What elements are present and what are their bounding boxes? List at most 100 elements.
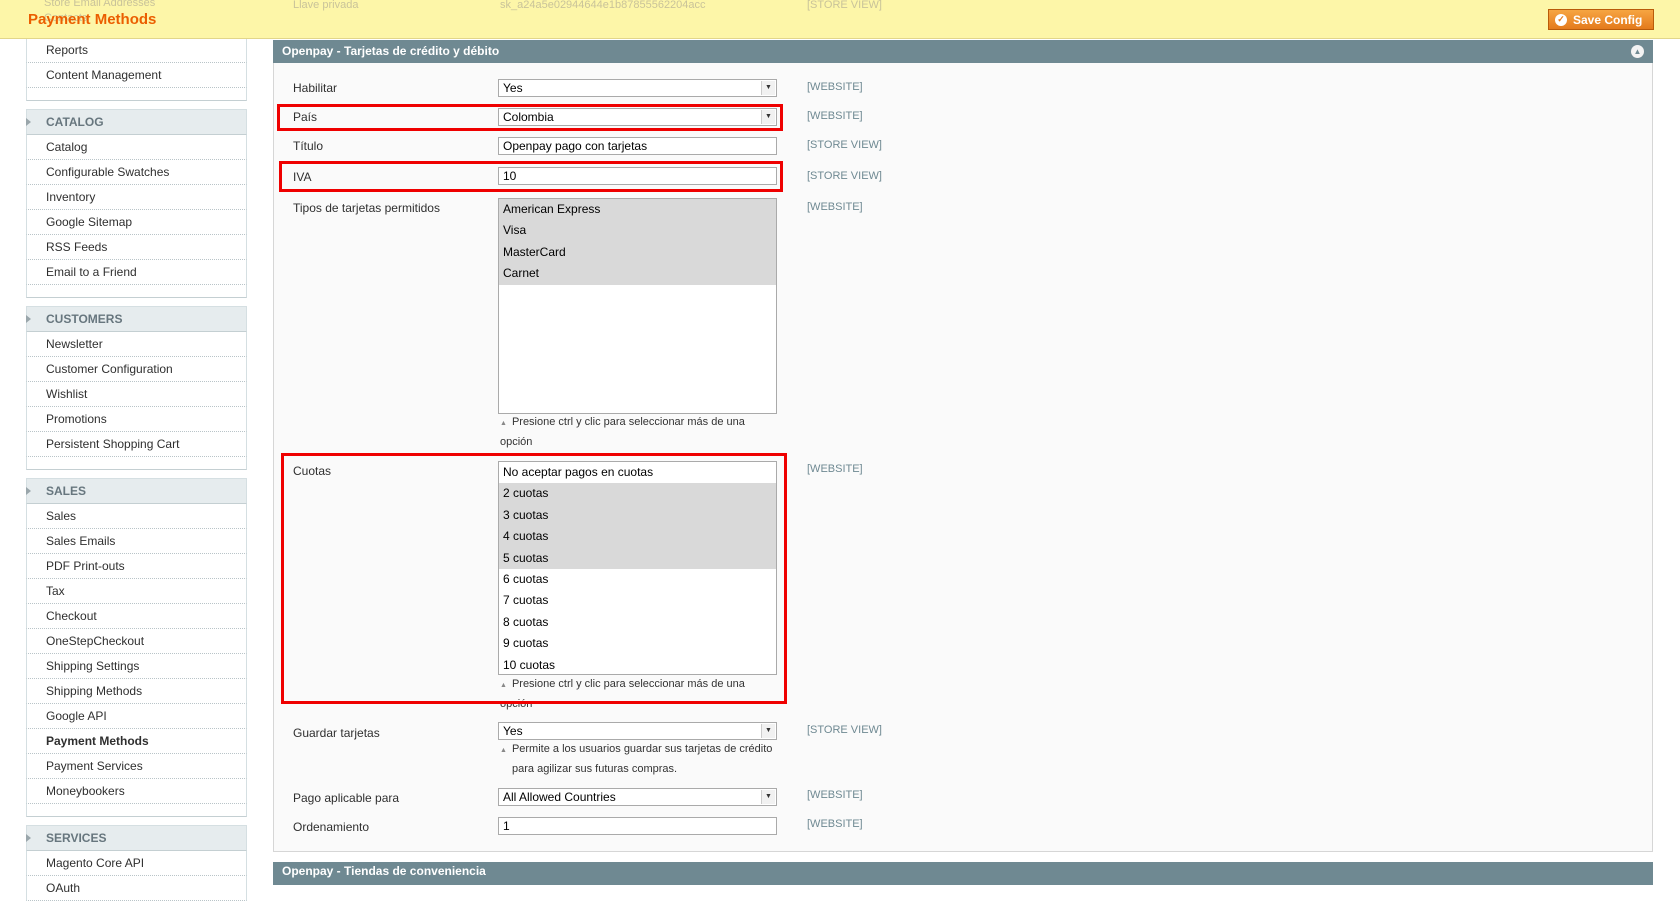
- expand-triangle-icon: [26, 487, 31, 495]
- sidebar-item-persistent-shopping-cart[interactable]: Persistent Shopping Cart: [26, 432, 247, 457]
- ghost-field-label: Llave privada: [293, 0, 359, 11]
- save-config-button[interactable]: ✓ Save Config: [1548, 9, 1654, 30]
- dropdown-arrow-icon: ▼: [761, 724, 775, 738]
- save-config-label: Save Config: [1573, 12, 1643, 27]
- dropdown-arrow-icon: ▼: [761, 790, 775, 804]
- sidebar-item-sales-emails[interactable]: Sales Emails: [26, 529, 247, 554]
- sidebar-item-shipping-methods[interactable]: Shipping Methods: [26, 679, 247, 704]
- ordenamiento-scope: [WEBSITE]: [807, 818, 863, 830]
- sidebar-section-customers[interactable]: CUSTOMERS: [26, 306, 247, 332]
- pago-aplicable-value: All Allowed Countries: [503, 790, 616, 804]
- sidebar-item-configurable-swatches[interactable]: Configurable Swatches: [26, 160, 247, 185]
- sidebar-item-content-management[interactable]: Content Management: [26, 63, 247, 88]
- highlight-cuotas: [281, 453, 787, 704]
- top-bar: Store Email Addresses Contacts Payment M…: [0, 0, 1680, 39]
- sidebar-gap: [26, 457, 247, 470]
- collapse-up-icon[interactable]: ▲: [1631, 45, 1644, 58]
- ordenamiento-value: 1: [503, 819, 510, 833]
- sidebar-item-catalog[interactable]: Catalog: [26, 135, 247, 160]
- note-triangle-icon: ▲: [500, 747, 507, 754]
- sidebar-item-customer-configuration[interactable]: Customer Configuration: [26, 357, 247, 382]
- note-text: Permite a los usuarios guardar sus tarje…: [511, 743, 773, 755]
- next-section-title: Openpay - Tiendas de conveniencia: [282, 864, 486, 878]
- pago-aplicable-label: Pago aplicable para: [293, 791, 400, 805]
- sidebar-item-shipping-settings[interactable]: Shipping Settings: [26, 654, 247, 679]
- pago-aplicable-scope: [WEBSITE]: [807, 789, 863, 801]
- titulo-value: Openpay pago con tarjetas: [503, 139, 648, 153]
- sidebar-item-promotions[interactable]: Promotions: [26, 407, 247, 432]
- habilitar-value: Yes: [503, 81, 523, 95]
- sidebar-item-reports[interactable]: Reports: [26, 38, 247, 63]
- titulo-scope: [STORE VIEW]: [807, 139, 882, 151]
- next-section-header[interactable]: Openpay - Tiendas de conveniencia: [273, 862, 1653, 885]
- sidebar-section-catalog[interactable]: CATALOG: [26, 109, 247, 135]
- option-visa[interactable]: Visa: [499, 220, 776, 242]
- sidebar-item-oauth[interactable]: OAuth: [26, 876, 247, 901]
- sidebar-item-google-sitemap[interactable]: Google Sitemap: [26, 210, 247, 235]
- ordenamiento-input[interactable]: 1: [498, 817, 777, 835]
- sidebar-item-moneybookers[interactable]: Moneybookers: [26, 779, 247, 804]
- note-text: Presione ctrl y clic para seleccionar má…: [511, 416, 745, 428]
- habilitar-label: Habilitar: [293, 81, 338, 95]
- note-text: para agilizar sus futuras compras.: [512, 763, 678, 775]
- guardar-select[interactable]: Yes ▼: [498, 722, 777, 740]
- tipos-note: ▲ Presione ctrl y clic para seleccionar m…: [500, 413, 780, 451]
- sidebar-item-email-to-a-friend[interactable]: Email to a Friend: [26, 260, 247, 285]
- sidebar-item-pdf-print-outs[interactable]: PDF Print-outs: [26, 554, 247, 579]
- sidebar-item-onestepcheckout[interactable]: OneStepCheckout: [26, 629, 247, 654]
- section-header[interactable]: Openpay - Tarjetas de crédito y débito ▲: [273, 40, 1653, 63]
- titulo-input[interactable]: Openpay pago con tarjetas: [498, 137, 777, 155]
- highlight-pais: [277, 104, 783, 131]
- section-title: CUSTOMERS: [46, 312, 123, 326]
- option-mastercard[interactable]: MasterCard: [499, 241, 776, 264]
- highlight-iva: [279, 161, 783, 192]
- expand-triangle-icon: [26, 315, 31, 323]
- sidebar-item-magento-core-api[interactable]: Magento Core API: [26, 851, 247, 876]
- sidebar-item-rss-feeds[interactable]: RSS Feeds: [26, 235, 247, 260]
- sidebar-item-checkout[interactable]: Checkout: [26, 604, 247, 629]
- guardar-label: Guardar tarjetas: [293, 726, 380, 740]
- tipos-label: Tipos de tarjetas permitidos: [293, 201, 440, 215]
- sidebar-item-newsletter[interactable]: Newsletter: [26, 332, 247, 357]
- sidebar-section-services[interactable]: SERVICES: [26, 825, 247, 851]
- section-title: SERVICES: [46, 831, 107, 845]
- guardar-note: ▲ Permite a los usuarios guardar sus tarj…: [500, 740, 780, 778]
- guardar-value: Yes: [503, 724, 523, 738]
- tipos-multiselect[interactable]: American Express Visa MasterCard Carnet: [498, 198, 777, 414]
- guardar-scope: [STORE VIEW]: [807, 724, 882, 736]
- pais-scope: [WEBSITE]: [807, 110, 863, 122]
- section-title: Openpay - Tarjetas de crédito y débito: [282, 44, 500, 58]
- sidebar-gap: [26, 285, 247, 298]
- tipos-scope: [WEBSITE]: [807, 201, 863, 213]
- section-title: CATALOG: [46, 115, 104, 129]
- config-sidebar: Reports Content Management CATALOG Catal…: [26, 38, 247, 901]
- page-title: Payment Methods: [28, 11, 157, 28]
- sidebar-item-google-api[interactable]: Google API: [26, 704, 247, 729]
- cuotas-scope: [WEBSITE]: [807, 463, 863, 475]
- option-carnet[interactable]: Carnet: [499, 263, 776, 285]
- sidebar-item-inventory[interactable]: Inventory: [26, 185, 247, 210]
- sidebar-item-payment-services[interactable]: Payment Services: [26, 754, 247, 779]
- check-circle-icon: ✓: [1555, 13, 1567, 26]
- titulo-label: Título: [293, 139, 324, 153]
- ghost-field-scope: [STORE VIEW]: [807, 0, 882, 11]
- ordenamiento-label: Ordenamiento: [293, 820, 370, 834]
- sidebar-item-wishlist[interactable]: Wishlist: [26, 382, 247, 407]
- sidebar-item-sales[interactable]: Sales: [26, 504, 247, 529]
- sidebar-item-payment-methods[interactable]: Payment Methods: [26, 729, 247, 754]
- ghost-field-value: sk_a24a5e02944644e1b87855562204acc: [500, 0, 706, 11]
- sidebar-item-tax[interactable]: Tax: [26, 579, 247, 604]
- ghost-sidebar-item: Store Email Addresses: [44, 0, 156, 9]
- sidebar-section-sales[interactable]: SALES: [26, 478, 247, 504]
- section-title: SALES: [46, 484, 87, 498]
- expand-triangle-icon: [26, 834, 31, 842]
- sidebar-gap: [26, 88, 247, 101]
- dropdown-arrow-icon: ▼: [761, 81, 775, 95]
- habilitar-select[interactable]: Yes ▼: [498, 79, 777, 97]
- pago-aplicable-select[interactable]: All Allowed Countries ▼: [498, 788, 777, 806]
- expand-triangle-icon: [26, 118, 31, 126]
- iva-scope: [STORE VIEW]: [807, 170, 882, 182]
- habilitar-scope: [WEBSITE]: [807, 81, 863, 93]
- option-american-express[interactable]: American Express: [499, 199, 776, 221]
- sidebar-gap: [26, 804, 247, 817]
